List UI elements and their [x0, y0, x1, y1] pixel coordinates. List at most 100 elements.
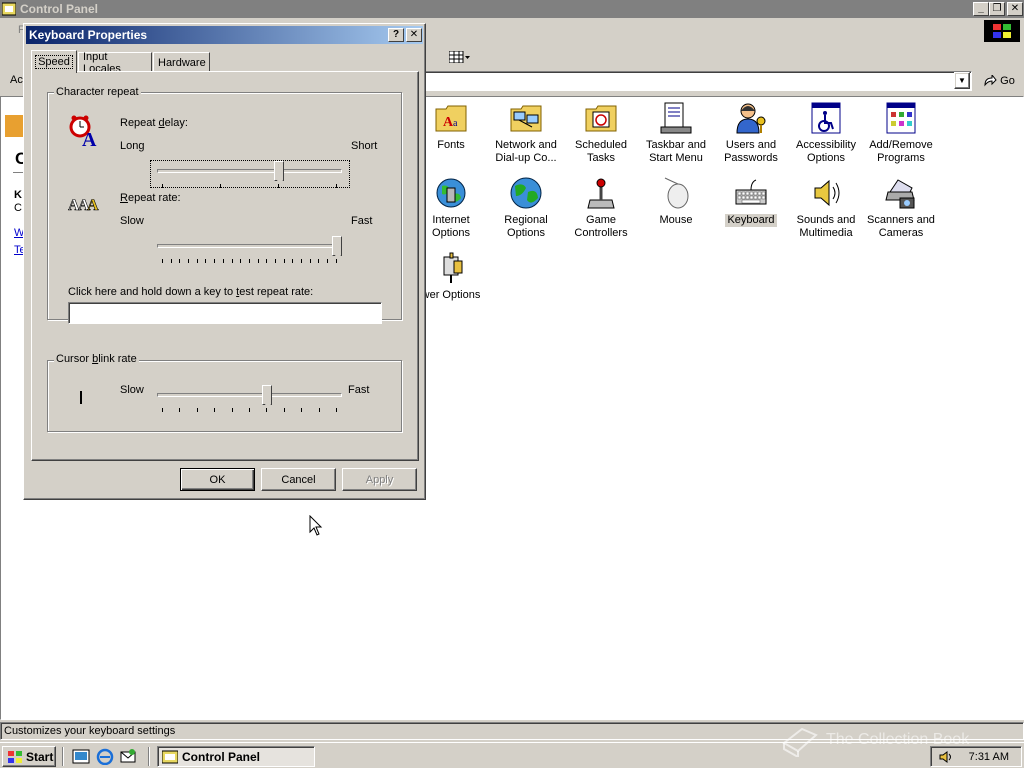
- slider-tick: [231, 408, 233, 412]
- control-panel-title: Control Panel: [20, 2, 99, 16]
- start-button[interactable]: Start: [2, 746, 56, 767]
- joystick-icon: [587, 178, 615, 209]
- clock[interactable]: 7:31 AM: [969, 751, 1009, 763]
- character-repeat-legend: Character repeat: [54, 86, 141, 98]
- address-dropdown-button[interactable]: ▼: [954, 72, 970, 89]
- repeat-rate-label: Repeat rate:: [120, 192, 181, 204]
- cursor-blink-slider-thumb[interactable]: [262, 385, 272, 410]
- speed-tab-panel: Character repeat A Repeat delay: Long Sh…: [31, 71, 419, 461]
- minimize-button[interactable]: _: [973, 2, 989, 16]
- slider-tick: [266, 408, 268, 412]
- tab-input-locales[interactable]: Input Locales: [78, 51, 152, 75]
- keyboard-properties-dialog: Keyboard Properties ? ✕ Speed Input Loca…: [23, 23, 426, 500]
- control-panel-titlebar[interactable]: Control Panel _ ❐ ✕: [0, 0, 1024, 18]
- windows-flag-icon: [993, 24, 1011, 38]
- test-repeat-input[interactable]: [68, 302, 382, 324]
- go-button[interactable]: Go: [978, 71, 1020, 91]
- slider-tick: [274, 259, 276, 263]
- slider-tick: [309, 259, 311, 263]
- taskbar: Start Control Panel 7:31 AM: [0, 742, 1024, 768]
- accessibility-icon: [811, 102, 841, 134]
- icon-game-controllers[interactable]: Game Controllers: [563, 176, 639, 240]
- cancel-button[interactable]: Cancel: [261, 468, 336, 491]
- slider-tick: [301, 408, 303, 412]
- windows-logo: [984, 20, 1020, 42]
- repeat-delay-label: Repeat delay:: [120, 117, 188, 129]
- taskbar-icon: [660, 102, 692, 134]
- fonts-folder-icon: A a: [435, 105, 467, 132]
- repeat-delay-slider-thumb[interactable]: [273, 161, 284, 186]
- slider-tick: [248, 259, 250, 263]
- slider-tick: [336, 184, 337, 188]
- show-desktop-icon[interactable]: [72, 748, 90, 765]
- repeat-rate-min-label: Slow: [120, 215, 144, 227]
- icon-network[interactable]: Network and Dial-up Co...: [488, 101, 564, 165]
- icon-users-passwords[interactable]: Users and Passwords: [713, 101, 789, 165]
- slider-tick: [162, 259, 163, 263]
- tab-speed[interactable]: Speed: [31, 50, 77, 73]
- cursor-blink-track: [157, 393, 342, 397]
- power-plug-icon: [443, 252, 463, 283]
- regional-globe-icon: [510, 177, 542, 209]
- slider-tick: [220, 184, 221, 188]
- control-panel-window-icon: [2, 2, 16, 16]
- slider-tick: [214, 259, 216, 263]
- speaker-icon: [814, 179, 840, 207]
- icon-accessibility[interactable]: Accessibility Options: [788, 101, 864, 165]
- repeat-delay-max-label: Short: [351, 140, 378, 152]
- slider-tick: [327, 259, 329, 263]
- outlook-express-icon[interactable]: [119, 748, 137, 765]
- icon-mouse[interactable]: Mouse: [638, 176, 714, 227]
- repeat-delay-ticks: [162, 184, 337, 189]
- cursor-blink-ticks: [162, 408, 337, 413]
- ok-button[interactable]: OK: [180, 468, 255, 491]
- test-repeat-label: Click here and hold down a key to test r…: [68, 286, 314, 298]
- taskbar-separator: [148, 747, 150, 766]
- network-folder-icon: [510, 105, 542, 132]
- repeat-rate-track: [157, 244, 342, 248]
- slider-tick: [196, 259, 198, 263]
- views-grid-icon: [449, 51, 470, 63]
- taskbar-item-control-panel[interactable]: Control Panel: [157, 746, 315, 767]
- volume-icon[interactable]: [939, 750, 953, 764]
- icon-scanners-cameras[interactable]: Scanners and Cameras: [863, 176, 939, 240]
- start-label: Start: [26, 749, 54, 764]
- cursor-blink-min-label: Slow: [120, 384, 144, 396]
- mouse-pointer-icon: [309, 515, 323, 536]
- icon-add-remove-programs[interactable]: Add/Remove Programs: [863, 101, 939, 165]
- close-window-button[interactable]: ✕: [1007, 2, 1023, 16]
- internet-explorer-icon[interactable]: [96, 748, 114, 765]
- repeat-rate-ticks: [162, 259, 337, 264]
- help-button[interactable]: ?: [388, 28, 404, 42]
- slider-tick: [318, 408, 320, 412]
- scheduled-tasks-folder-icon: [585, 105, 617, 132]
- cursor-blink-max-label: Fast: [348, 384, 370, 396]
- apply-button[interactable]: Apply: [342, 468, 417, 491]
- dialog-title: Keyboard Properties: [29, 28, 148, 42]
- repeat-rate-max-label: Fast: [351, 215, 373, 227]
- restore-button[interactable]: ❐: [989, 2, 1005, 16]
- slider-tick: [222, 259, 224, 263]
- icon-taskbar-start-menu[interactable]: Taskbar and Start Menu: [638, 101, 714, 165]
- control-panel-folder-icon: [5, 115, 25, 137]
- status-bar: Customizes your keyboard settings: [0, 722, 1024, 740]
- cursor-preview: [80, 391, 82, 404]
- icon-keyboard[interactable]: Keyboard: [713, 176, 789, 227]
- views-button[interactable]: [446, 47, 474, 67]
- dialog-titlebar[interactable]: Keyboard Properties ? ✕: [26, 26, 423, 44]
- slider-tick: [214, 408, 216, 412]
- repeat-rate-slider-thumb[interactable]: [332, 236, 342, 261]
- users-key-icon: [736, 103, 766, 134]
- slider-tick: [318, 259, 320, 263]
- slider-tick: [301, 259, 302, 263]
- slider-tick: [335, 408, 337, 412]
- tab-hardware[interactable]: Hardware: [153, 52, 210, 72]
- left-pane-description: C: [14, 202, 22, 214]
- go-arrow-icon: [984, 75, 997, 87]
- icon-sounds-multimedia[interactable]: Sounds and Multimedia: [788, 176, 864, 240]
- svg-text:A: A: [82, 129, 97, 148]
- system-tray: 7:31 AM: [930, 746, 1022, 767]
- icon-scheduled-tasks[interactable]: Scheduled Tasks: [563, 101, 639, 165]
- icon-regional-options[interactable]: Regional Options: [488, 176, 564, 240]
- dialog-close-button[interactable]: ✕: [406, 28, 422, 42]
